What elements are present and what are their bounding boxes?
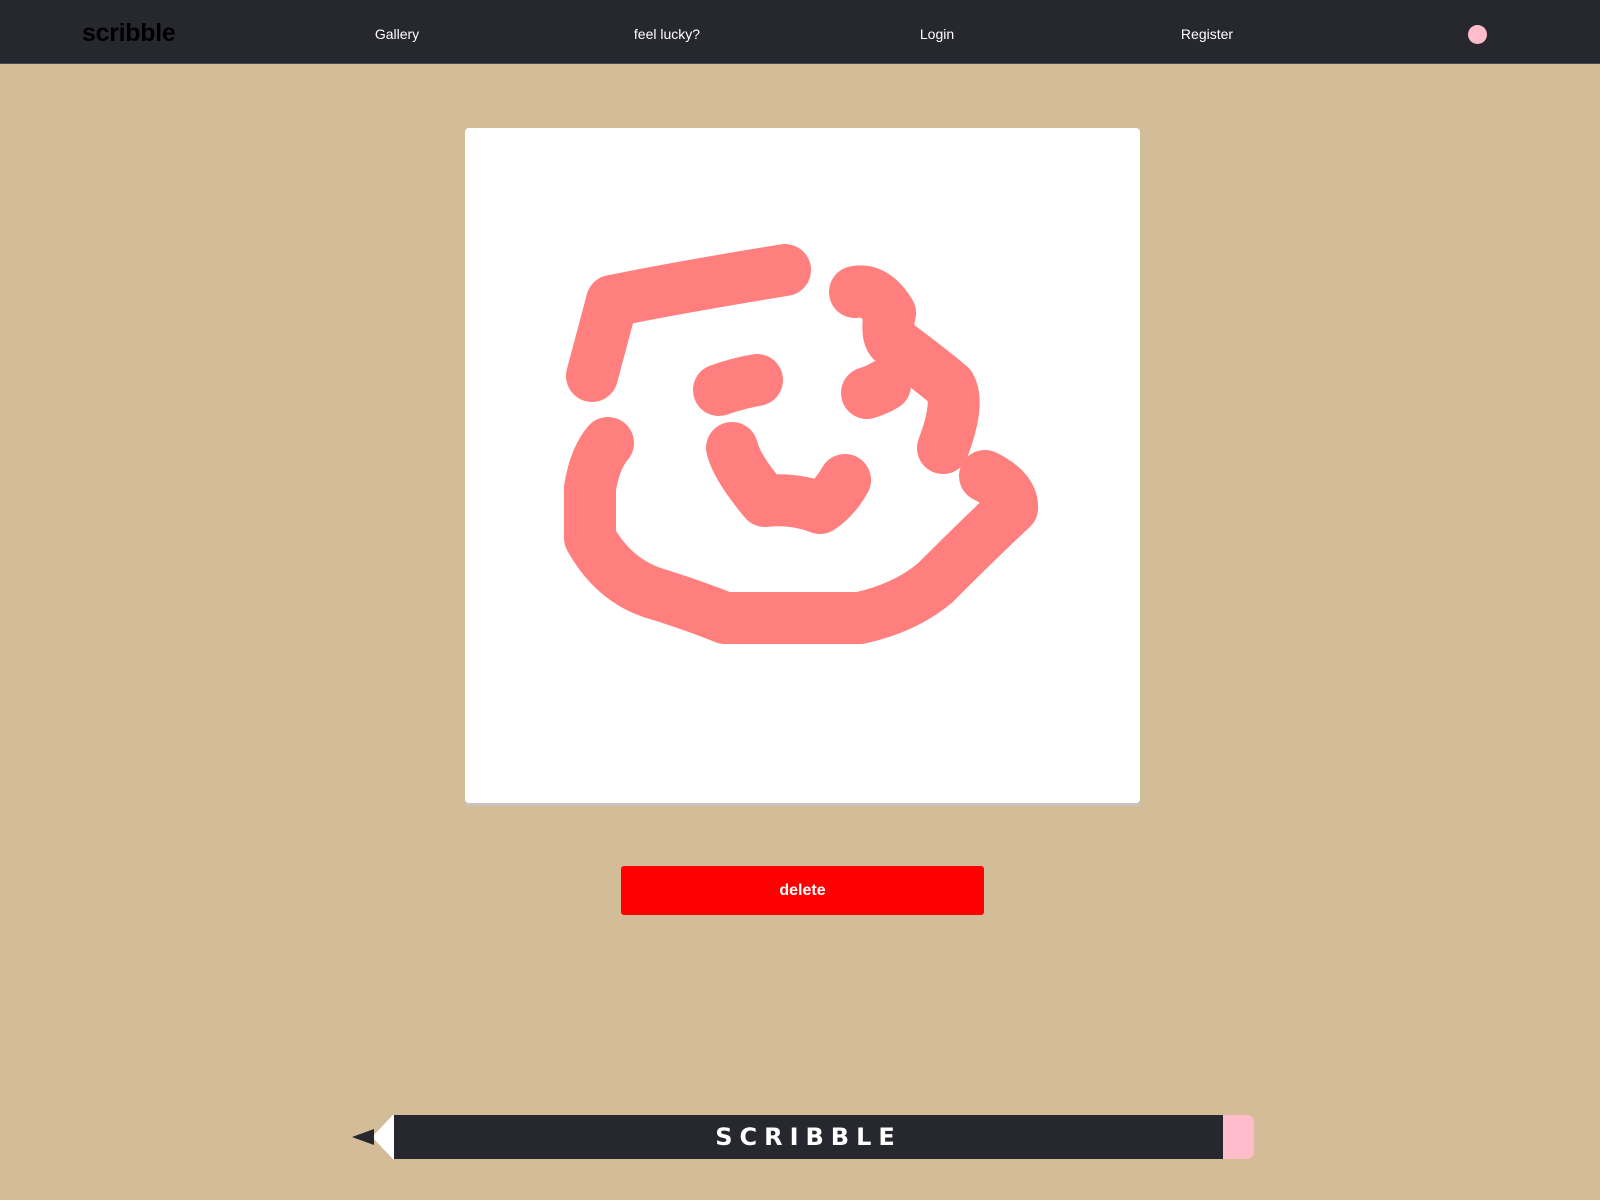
scribble-stroke-left-upper [566,275,638,402]
nav-link-register[interactable]: Register [1181,25,1233,43]
footer-logo-text: SCRIBBLE [715,1123,902,1151]
nav-link-gallery[interactable]: Gallery [375,25,419,43]
pencil-body: SCRIBBLE [394,1115,1223,1159]
pencil-icon: SCRIBBLE [352,1115,1254,1159]
scribble-stroke-right-eye [841,359,911,419]
nav-link-login[interactable]: Login [920,25,954,43]
nav-link-feel-lucky[interactable]: feel lucky? [634,25,700,43]
pencil-lead-tip [352,1129,374,1145]
color-dot-icon[interactable] [1468,25,1487,44]
pencil-wood-tip [372,1116,392,1158]
scribble-stroke-top-left [586,244,811,327]
brand-logo[interactable]: scribble [82,18,176,48]
scribble-drawing [564,244,1038,644]
drawing-canvas[interactable] [465,128,1140,803]
pencil-eraser [1223,1115,1254,1159]
top-navbar: scribble Gallery feel lucky? Login Regis… [0,0,1600,64]
scribble-stroke-left-eye [693,354,783,416]
scribble-stroke-mouth [706,422,871,534]
delete-button[interactable]: delete [621,866,984,915]
